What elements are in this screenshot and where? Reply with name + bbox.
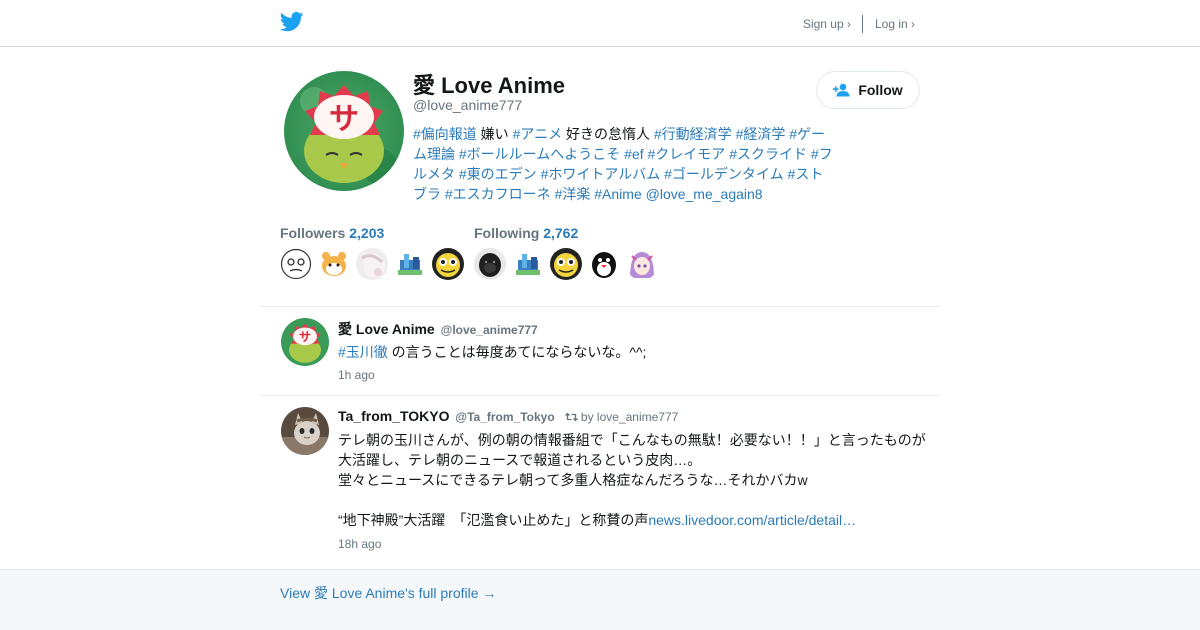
hashtag-link[interactable]: #偏向報道: [413, 126, 477, 142]
follow-button[interactable]: Follow: [816, 71, 920, 109]
tweet-timestamp[interactable]: 18h ago: [338, 537, 381, 551]
divider: [260, 306, 940, 307]
text-segment: の言うことは毎度あてにならないな。^^;: [387, 344, 647, 360]
hashtag-link[interactable]: #ホワイトアルバム: [541, 166, 661, 182]
follower-avatar[interactable]: [318, 248, 350, 280]
hashtag-link[interactable]: #洋楽: [555, 186, 591, 202]
following-avatar[interactable]: [626, 248, 658, 280]
profile-handle: @love_anime777: [413, 97, 523, 113]
following-count: 2,762: [543, 225, 579, 241]
text-segment: テレ朝の玉川さんが、例の朝の情報番組で「こんなもの無駄！必要ない！！」と言ったも…: [338, 432, 926, 448]
hashtag-link[interactable]: #ef: [624, 146, 643, 162]
login-link[interactable]: Log in ›: [875, 17, 915, 31]
retweeted-by: by love_anime777: [580, 410, 679, 424]
following-avatar[interactable]: [512, 248, 544, 280]
followers-count: 2,203: [349, 225, 385, 241]
follow-label: Follow: [858, 82, 903, 98]
retweet-icon: [564, 412, 578, 422]
following-avatar[interactable]: [550, 248, 582, 280]
hashtag-link[interactable]: #ボールルームへようこそ: [459, 146, 620, 162]
hashtag-link[interactable]: #アニメ: [513, 126, 563, 142]
text-segment: 嫌い: [476, 126, 513, 142]
tweet-line: 堂々とニュースにできるテレ朝って多重人格症なんだろうな…それかバカw: [338, 470, 938, 490]
followers-stat[interactable]: Followers 2,203: [280, 225, 384, 241]
tweet-timestamp[interactable]: 1h ago: [338, 368, 375, 382]
tweet-author-name[interactable]: Ta_from_TOKYO: [338, 408, 450, 424]
tweet-text: テレ朝の玉川さんが、例の朝の情報番組で「こんなもの無駄！必要ない！！」と言ったも…: [338, 430, 938, 530]
nav-divider: [861, 15, 863, 33]
text-segment: 大活躍し、テレ朝のニュースで報道されるという皮肉…。: [338, 452, 702, 468]
svg-text:サ: サ: [329, 102, 359, 137]
text-segment: 堂々とニュースにできるテレ朝って多重人格症なんだろうな…それかバカw: [338, 472, 808, 488]
hashtag-link[interactable]: #行動経済学: [654, 126, 732, 142]
full-profile-link[interactable]: View 愛 Love Anime's full profile →: [280, 583, 496, 603]
tweet-author-name[interactable]: 愛 Love Anime: [338, 321, 435, 337]
following-avatars: [474, 248, 658, 280]
divider: [260, 395, 940, 396]
add-user-icon: [833, 83, 850, 97]
tweet-line: #玉川徹 の言うことは毎度あてにならないな。^^;: [338, 342, 938, 362]
profile-bio: #偏向報道 嫌い #アニメ 好きの怠惰人 #行動経済学 #経済学 #ゲーム理論 …: [413, 124, 833, 204]
profile-avatar[interactable]: サ: [284, 71, 404, 191]
follower-avatar[interactable]: [356, 248, 388, 280]
tweet-author-handle[interactable]: @Ta_from_Tokyo: [455, 410, 554, 424]
tweet-avatar[interactable]: サ: [281, 318, 329, 366]
hashtag-link[interactable]: #スクライド: [729, 146, 807, 162]
hashtag-link[interactable]: #玉川徹: [338, 344, 388, 360]
tweet-avatar[interactable]: [281, 407, 329, 455]
followers-label: Followers: [280, 225, 346, 241]
hashtag-link[interactable]: #ゴールデンタイム: [664, 166, 784, 182]
hashtag-link[interactable]: #東のエデン: [459, 166, 537, 182]
follower-avatar[interactable]: [280, 248, 312, 280]
footer: View 愛 Love Anime's full profile →: [0, 569, 1200, 630]
profile-name: 愛 Love Anime: [413, 73, 565, 98]
following-stat[interactable]: Following 2,762: [474, 225, 578, 241]
hashtag-link[interactable]: @love_me_again8: [646, 186, 763, 202]
twitter-bird-icon[interactable]: [280, 11, 304, 33]
following-avatar[interactable]: [474, 248, 506, 280]
tweet-line: 大活躍し、テレ朝のニュースで報道されるという皮肉…。: [338, 450, 938, 470]
tweet-line: “地下神殿”大活躍 「氾濫食い止めた」と称賛の声news.livedoor.co…: [338, 510, 938, 530]
follower-avatar[interactable]: [394, 248, 426, 280]
tweet-line: テレ朝の玉川さんが、例の朝の情報番組で「こんなもの無駄！必要ない！！」と言ったも…: [338, 430, 938, 450]
hashtag-link[interactable]: #エスカフローネ: [445, 186, 551, 202]
follower-avatar[interactable]: [432, 248, 464, 280]
hashtag-link[interactable]: #経済学: [736, 126, 786, 142]
signup-link[interactable]: Sign up ›: [803, 17, 851, 31]
text-segment: “地下神殿”大活躍 「氾濫食い止めた」と称賛の声: [338, 512, 649, 528]
tweet-header: 愛 Love Anime @love_anime777: [338, 319, 538, 339]
auth-nav: Sign up › Log in ›: [803, 15, 915, 33]
hashtag-link[interactable]: #クレイモア: [648, 146, 726, 162]
followers-avatars: [280, 248, 464, 280]
tweet-header: Ta_from_TOKYO @Ta_from_Tokyo by love_ani…: [338, 408, 678, 424]
tweet-author-handle[interactable]: @love_anime777: [441, 323, 538, 337]
following-avatar[interactable]: [588, 248, 620, 280]
tweet-text: #玉川徹 の言うことは毎度あてにならないな。^^;: [338, 342, 938, 362]
hashtag-link[interactable]: #Anime: [594, 186, 641, 202]
following-label: Following: [474, 225, 540, 241]
top-bar: Sign up › Log in ›: [0, 0, 1200, 47]
retweet-indicator: by love_anime777: [564, 410, 679, 424]
svg-text:サ: サ: [299, 330, 311, 344]
tweet-line: [338, 490, 938, 510]
text-segment: 好きの怠惰人: [562, 126, 654, 142]
hashtag-link[interactable]: news.livedoor.com/article/detail…: [648, 512, 856, 528]
